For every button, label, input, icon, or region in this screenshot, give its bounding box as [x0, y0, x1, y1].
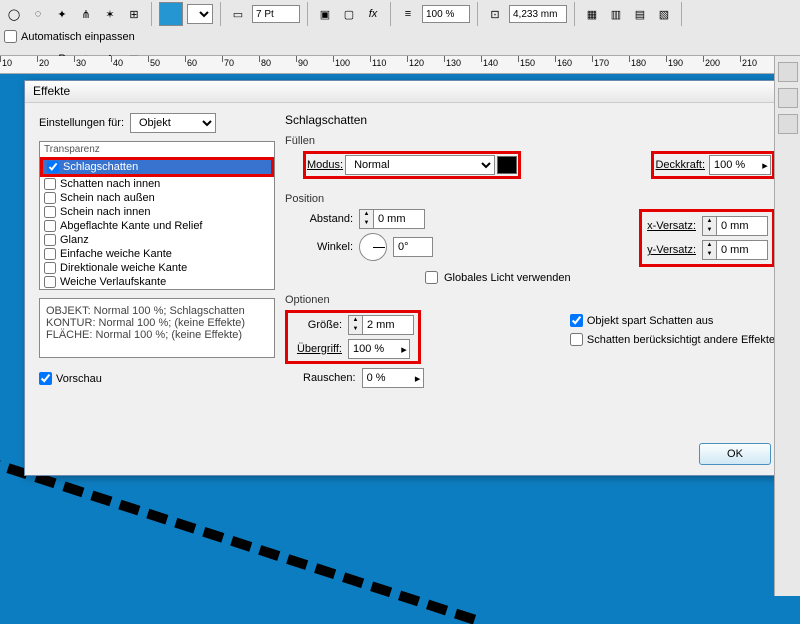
canvas-area: Effekte Einstellungen für: Objekt Transp… — [0, 74, 800, 594]
settings-for-select[interactable]: Objekt — [130, 113, 216, 133]
honors-label: Schatten berücksichtigt andere Effekte — [587, 334, 775, 346]
grid-icon[interactable]: ▦ — [582, 4, 602, 24]
color-swatch[interactable] — [159, 2, 183, 26]
tool-icon[interactable]: ✶ — [100, 4, 120, 24]
shadow-color-swatch[interactable] — [497, 156, 517, 174]
effect-item[interactable]: Abgeflachte Kante und Relief — [40, 219, 274, 233]
preview-label: Vorschau — [56, 373, 102, 385]
options-group-title: Optionen — [285, 294, 775, 306]
section-title: Schlagschatten — [285, 113, 775, 127]
tool-icon[interactable]: ⊞ — [124, 4, 144, 24]
preview-checkbox[interactable] — [39, 372, 52, 385]
effect-item[interactable]: Weiche Verlaufskante — [40, 275, 274, 289]
noise-input[interactable]: ▸ — [362, 368, 424, 388]
effect-item[interactable]: Glanz — [40, 233, 274, 247]
right-panel-dock — [774, 56, 800, 596]
panel-icon[interactable] — [778, 62, 798, 82]
effect-item[interactable]: Einfache weiche Kante — [40, 247, 274, 261]
stroke-icon[interactable]: ▭ — [228, 4, 248, 24]
panel-icon[interactable] — [778, 114, 798, 134]
global-light-checkbox[interactable] — [425, 271, 438, 284]
transparency-heading: Transparenz — [40, 142, 274, 157]
fx-label-icon[interactable]: fx — [363, 4, 383, 24]
angle-label: Winkel: — [303, 241, 353, 253]
honors-checkbox[interactable] — [570, 333, 583, 346]
effects-list: Transparenz Schlagschatten Schatten nach… — [39, 141, 275, 290]
knockout-checkbox[interactable] — [570, 314, 583, 327]
panel-icon[interactable] — [778, 88, 798, 108]
fx-icon[interactable]: ▢ — [339, 4, 359, 24]
frame-icon[interactable]: ⊡ — [485, 4, 505, 24]
ok-button[interactable]: OK — [699, 443, 771, 465]
height-input[interactable] — [509, 5, 567, 23]
angle-dial[interactable] — [359, 233, 387, 261]
auto-fit-checkbox[interactable]: Automatisch einpassen — [4, 30, 135, 43]
y-offset-label: y-Versatz: — [646, 244, 696, 256]
dashed-path — [0, 454, 476, 624]
effect-label: Schlagschatten — [63, 161, 138, 173]
effect-item[interactable]: Schein nach innen — [40, 205, 274, 219]
grid-icon[interactable]: ▤ — [630, 4, 650, 24]
effect-item-schlagschatten[interactable]: Schlagschatten — [43, 160, 271, 174]
mode-label: Modus: — [307, 159, 343, 171]
grid-icon[interactable]: ▧ — [654, 4, 674, 24]
stroke-select[interactable] — [187, 4, 213, 24]
spread-input[interactable]: ▸ — [348, 339, 410, 359]
effect-checkbox[interactable] — [47, 161, 59, 173]
angle-input[interactable] — [393, 237, 433, 257]
dialog-title: Effekte — [25, 81, 789, 103]
distance-label: Abstand: — [303, 213, 353, 225]
opacity-input[interactable]: ▸ — [709, 155, 771, 175]
effect-item[interactable]: Direktionale weiche Kante — [40, 261, 274, 275]
stroke-weight-input[interactable] — [252, 5, 300, 23]
global-light-label: Globales Licht verwenden — [444, 272, 571, 284]
grid-icon[interactable]: ▥ — [606, 4, 626, 24]
effects-dialog: Effekte Einstellungen für: Objekt Transp… — [24, 80, 790, 476]
top-toolbar: ◯ ◌ ✦ ⋔ ✶ ⊞ ▭ ▣ ▢ fx ≡ ⊡ ▦ ▥ ▤ ▧ Automat… — [0, 0, 800, 56]
size-label: Größe: — [292, 319, 342, 331]
spread-label: Übergriff: — [292, 343, 342, 355]
x-offset-label: x-Versatz: — [646, 220, 696, 232]
opacity-label: Deckkraft: — [655, 159, 705, 171]
tool-icon[interactable]: ◌ — [28, 4, 48, 24]
fill-group-title: Füllen — [285, 135, 775, 147]
y-offset-input[interactable]: ▲▼ — [702, 240, 768, 260]
knockout-label: Objekt spart Schatten aus — [587, 315, 714, 327]
effect-item[interactable]: Schein nach außen — [40, 191, 274, 205]
tool-icon[interactable]: ⋔ — [76, 4, 96, 24]
size-input[interactable]: ▲▼ — [348, 315, 414, 335]
zoom-input[interactable] — [422, 5, 470, 23]
fx-icon[interactable]: ▣ — [315, 4, 335, 24]
distance-input[interactable]: ▲▼ — [359, 209, 425, 229]
align-icon[interactable]: ≡ — [398, 4, 418, 24]
mode-select[interactable]: Normal — [345, 155, 495, 175]
tool-icon[interactable]: ✦ — [52, 4, 72, 24]
settings-for-label: Einstellungen für: — [39, 117, 124, 129]
position-group-title: Position — [285, 193, 775, 205]
horizontal-ruler: 1020304050607080901001101201301401501601… — [0, 56, 800, 74]
info-summary: OBJEKT: Normal 100 %; Schlagschatten KON… — [39, 298, 275, 358]
tool-icon[interactable]: ◯ — [4, 4, 24, 24]
x-offset-input[interactable]: ▲▼ — [702, 216, 768, 236]
effect-item[interactable]: Schatten nach innen — [40, 177, 274, 191]
noise-label: Rauschen: — [303, 372, 356, 384]
